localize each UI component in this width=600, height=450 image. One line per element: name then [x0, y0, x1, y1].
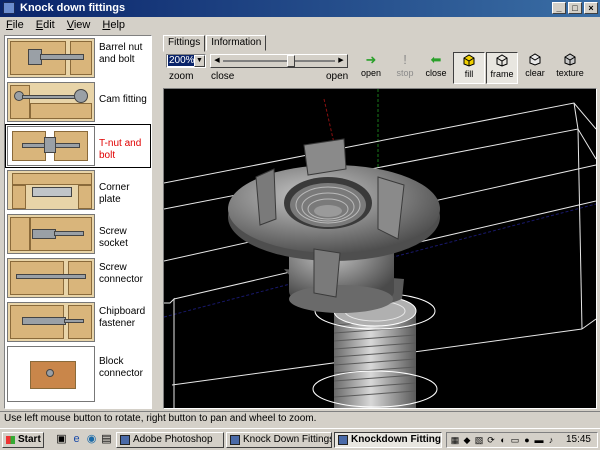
maximize-button[interactable]: □ — [568, 2, 582, 14]
chevron-down-icon[interactable]: ▼ — [194, 55, 205, 67]
tray-icon-update[interactable]: ⟳ — [486, 435, 496, 445]
volume-icon[interactable]: ♪ — [546, 435, 556, 445]
taskbar: Start ▣ e ◉ ▤ Adobe Photoshop Knock Down… — [0, 428, 600, 450]
texture-cube-icon — [552, 52, 588, 68]
cam-fitting-thumbnail — [7, 82, 95, 122]
tray-icon-display[interactable]: ▧ — [474, 435, 484, 445]
windows-logo-icon — [6, 436, 15, 444]
corner-plate-thumbnail — [7, 170, 95, 210]
clear-cube-icon — [519, 52, 551, 68]
app-window-icon — [230, 435, 240, 445]
tray-icon-monitor[interactable]: ▭ — [510, 435, 520, 445]
fitting-item-screw-socket[interactable]: Screw socket — [5, 212, 151, 256]
t-nut-thumbnail — [7, 126, 95, 166]
fitting-item-cam[interactable]: Cam fitting — [5, 80, 151, 124]
tray-icon-network[interactable]: ▦ — [450, 435, 460, 445]
fitting-item-chipboard-fastener[interactable]: Chipboard fastener — [5, 300, 151, 344]
stop-button[interactable]: ! stop — [389, 52, 421, 84]
slider-thumb[interactable] — [287, 55, 296, 67]
fitting-label: Screw socket — [99, 226, 128, 249]
fill-button[interactable]: fill — [453, 52, 485, 84]
zoom-select[interactable]: 200% ▼ — [166, 54, 206, 68]
3d-viewport[interactable] — [163, 88, 597, 409]
wireframe-cube-icon — [487, 53, 517, 69]
slider-left-arrow-icon[interactable]: ◀ — [212, 56, 222, 66]
screw-socket-thumbnail — [7, 214, 95, 254]
start-button[interactable]: Start — [2, 432, 44, 448]
tray-icon-antivirus[interactable]: ● — [522, 435, 532, 445]
t-nut-3d-render — [164, 89, 596, 408]
window-controls: _ □ × — [552, 2, 598, 14]
menu-file[interactable]: File — [0, 17, 30, 33]
taskbar-item-knockdown-fittings-active[interactable]: Knockdown Fittings — [334, 432, 442, 448]
desktop-icon[interactable]: ▣ — [55, 433, 68, 446]
frame-button[interactable]: frame — [486, 52, 518, 84]
main-panel: Fittings Information 200% ▼ zoom ◀ ▶ clo… — [163, 35, 597, 409]
fitting-item-t-nut[interactable]: T-nut and bolt — [5, 124, 151, 168]
slider-open-label: open — [326, 71, 349, 82]
arrow-right-icon: ➜ — [365, 52, 377, 67]
photoshop-icon — [120, 435, 130, 445]
outlook-icon[interactable]: ◉ — [85, 433, 98, 446]
close-window-button[interactable]: × — [584, 2, 598, 14]
fitting-label: Barrel nut and bolt — [99, 42, 143, 65]
fitting-label: Corner plate — [99, 182, 130, 205]
fittings-list[interactable]: Barrel nut and bolt Cam fitting T-nut an… — [4, 35, 152, 409]
fill-cube-icon — [454, 53, 484, 69]
system-tray: ▦ ◆ ▧ ⟳ ◐ ▭ ● ▬ ♪ 15:45 — [446, 432, 598, 448]
fitting-item-barrel-nut[interactable]: Barrel nut and bolt — [5, 36, 151, 80]
folder-icon[interactable]: ▤ — [100, 433, 113, 446]
fitting-item-screw-connector[interactable]: Screw connector — [5, 256, 151, 300]
barrel-nut-thumbnail — [7, 38, 95, 78]
block-connector-thumbnail — [7, 346, 95, 402]
menu-edit[interactable]: Edit — [30, 17, 61, 33]
menu-help[interactable]: Help — [96, 17, 131, 33]
zoom-label: zoom — [169, 71, 194, 82]
fitting-label: Chipboard fastener — [99, 306, 146, 329]
slider-track — [223, 60, 335, 62]
arrow-left-icon: ⬅ — [430, 52, 442, 67]
tray-icon-sync[interactable]: ◐ — [498, 435, 508, 445]
fitting-label: Cam fitting — [99, 94, 147, 105]
clock[interactable]: 15:45 — [566, 434, 591, 446]
menu-bar: File Edit View Help — [0, 17, 600, 33]
minimize-button[interactable]: _ — [552, 2, 566, 14]
clear-button[interactable]: clear — [519, 52, 551, 84]
tab-strip: Fittings Information — [163, 35, 267, 52]
app-icon — [3, 2, 15, 14]
chipboard-fastener-thumbnail — [7, 302, 95, 342]
window-title: Knock down fittings — [20, 2, 126, 14]
title-bar[interactable]: Knock down fittings _ □ × — [0, 0, 600, 17]
fitting-label-selected: T-nut and bolt — [99, 138, 142, 161]
app-window-icon — [338, 435, 348, 445]
fitting-item-corner-plate[interactable]: Corner plate — [5, 168, 151, 212]
tray-icon-usb[interactable]: ▬ — [534, 435, 544, 445]
taskbar-item-knock-down-fittings[interactable]: Knock Down Fittings — [226, 432, 332, 448]
slider-close-label: close — [211, 71, 235, 82]
fitting-label: Block connector — [99, 356, 143, 379]
open-close-slider[interactable]: ◀ ▶ — [210, 54, 348, 68]
tray-icon-security[interactable]: ◆ — [462, 435, 472, 445]
close-button[interactable]: ⬅ close — [420, 52, 452, 84]
fitting-item-block-connector[interactable]: Block connector — [5, 344, 151, 404]
status-bar: Use left mouse button to rotate, right b… — [0, 411, 600, 425]
zoom-value: 200% — [168, 55, 196, 66]
fitting-label: Screw connector — [99, 262, 143, 285]
toolbar: 200% ▼ zoom ◀ ▶ close open ➜ open ! stop… — [163, 50, 597, 86]
texture-button[interactable]: texture — [552, 52, 588, 84]
internet-explorer-icon[interactable]: e — [70, 433, 83, 446]
taskbar-item-photoshop[interactable]: Adobe Photoshop — [116, 432, 224, 448]
tab-information[interactable]: Information — [206, 35, 267, 51]
open-button[interactable]: ➜ open — [355, 52, 387, 84]
slider-right-arrow-icon[interactable]: ▶ — [336, 56, 346, 66]
stop-icon: ! — [403, 52, 407, 67]
screw-connector-thumbnail — [7, 258, 95, 298]
menu-view[interactable]: View — [61, 17, 97, 33]
